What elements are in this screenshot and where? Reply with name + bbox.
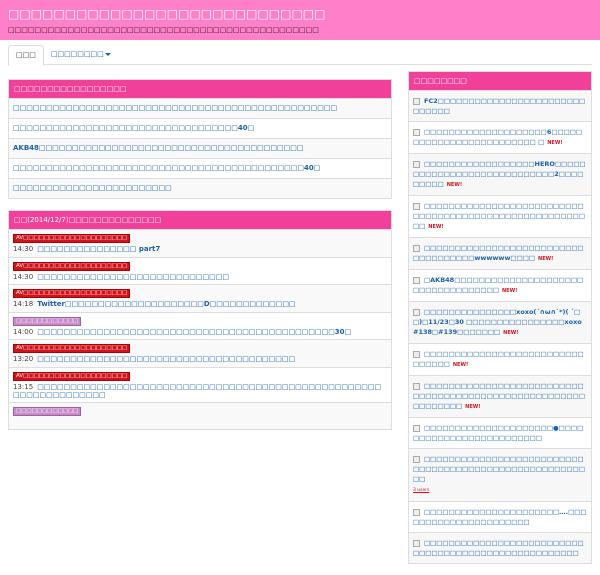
post-time: 14:00 <box>13 327 34 336</box>
nav-tabs: □□□ □□□□□□□□ <box>8 45 592 66</box>
sidebar-link[interactable]: □□□□□□□□□□□□□□□□□□□□□□□□□□□□□□□□□□□□□□□□… <box>413 455 585 483</box>
new-badge: NEW! <box>538 256 554 262</box>
sidebar-item: □AKB48□□□□□□□□□□□□□□□□□□□□□□□□□□□□□□□□□□… <box>409 269 591 301</box>
today-item: AV□□□□□□□□□□□□□□□□□□□□ 14:30 □□□□□□□□□□□□… <box>9 256 391 285</box>
popular-list: □□□□□□□□□□□□□□□□□□□□□□□□ □□□□□□□□□□□□□□□□… <box>9 98 391 198</box>
sidebar-item: □□□□□□□□□□□□□□□□□□□□□□□□□□□□□□□□ NEW! <box>409 343 591 375</box>
new-badge: NEW! <box>452 362 469 368</box>
post-link[interactable]: □□□□□□□□□□□□□□□□□□□□□□□□□□□□□□□□□□□□□□□□… <box>13 383 381 399</box>
new-badge: NEW! <box>503 330 519 336</box>
post-time: 13:15 <box>13 382 34 391</box>
page-icon <box>413 455 420 463</box>
page-icon <box>413 276 420 284</box>
sidebar: □□□□□□□□ FC2□□□□□□□□□□□□□□□□□□□□□□□□□□□□… <box>408 71 592 575</box>
page-icon <box>413 202 420 210</box>
sidebar-link[interactable]: □□□□□□□□□□□□□□□□□□□□□□□□□□□□□□□□□□□□□□□□… <box>413 539 584 557</box>
post-link[interactable]: □□□□□□□□□□□□□□□□□□□□□□□□□□□□□ <box>37 273 229 281</box>
fc2-icon <box>413 97 420 105</box>
page-icon <box>413 160 420 168</box>
sidebar-link[interactable]: □□□□□□□□□□□□□□□□□□□□□□□□□□□□□□□□□□□□wwww… <box>413 244 584 262</box>
today-panel: □□(2014/12/7)□□□□□□□□□□□□□□ AV□□□□□□□□□□… <box>8 210 392 430</box>
new-badge: NEW! <box>465 404 481 410</box>
page-icon <box>413 382 420 390</box>
site-title[interactable]: □□□□□□□□□□□□□□□□□□□□□□□□□□□□ <box>8 6 592 22</box>
today-item: AV□□□□□□□□□□□□□□□□□□□□ 13:15 □□□□□□□□□□□□… <box>9 366 391 402</box>
category-label[interactable]: AV□□□□□□□□□□□□□□□□□□□□ <box>13 371 131 381</box>
category-label[interactable]: AV□□□□□□□□□□□□□□□□□□□□ <box>13 289 131 298</box>
sidebar-link[interactable]: □□□□□□□□□□□□□□□xoxo(´∩ω∩`*)( ´□□)□11/23□… <box>413 308 582 336</box>
page-icon <box>413 128 420 136</box>
popular-item[interactable]: AKB48□□□□□□□□□□□□□□□□□□□□□□□□□□□□□□□□□□□… <box>9 138 391 158</box>
sidebar-item: □□□□□□□□□□□□□□□□□□□□6□□□□□□□□□□□□□□□□□□□… <box>409 121 591 153</box>
page-icon <box>413 244 420 252</box>
page-icon <box>413 539 420 547</box>
post-time: 13:20 <box>13 355 34 363</box>
today-item: AV□□□□□□□□□□□□□□□□□□□□ 14:30 □□□□□□□□□□□□… <box>9 229 391 257</box>
sidebar-item: □□□□□□□□□□□□□□□□□□□□□●□□□□□□□□□□□□□□□□□□… <box>409 417 591 448</box>
main-column: □□□□□□□□□□□□□□□□□ □□□□□□□□□□□□□□□□□□□□□□… <box>8 79 392 441</box>
post-time: 14:18 <box>13 300 34 308</box>
sidebar-item: □□□□□□□□□□□□□□□xoxo(´∩ω∩`*)( ´□□)□11/23□… <box>409 301 591 343</box>
today-item: AV□□□□□□□□□□□□□□□□□□□□ 14:18 Twitter□□□□□… <box>9 284 391 312</box>
post-time: 14:30 <box>13 272 34 281</box>
popular-panel-title: □□□□□□□□□□□□□□□□□ <box>9 80 391 98</box>
new-badge: NEW! <box>446 182 463 188</box>
today-list: AV□□□□□□□□□□□□□□□□□□□□ 14:30 □□□□□□□□□□□□… <box>9 229 391 429</box>
site-header: □□□□□□□□□□□□□□□□□□□□□□□□□□□□ □□□□□□□□□□□… <box>0 0 600 40</box>
page-icon <box>413 508 420 516</box>
sidebar-link[interactable]: □□□□□□□□□□□□□□□□□□HERO□□□□□□□□□□□□□□□□□□… <box>413 160 586 188</box>
site-subtitle: □□□□□□□□□□□□□□□□□□□□□□□□□□□□□□□□□□□□□□□□… <box>8 26 319 34</box>
sidebar-link[interactable]: FC2□□□□□□□□□□□□□□□□□□□□□□□□□□□□□□ <box>413 97 585 115</box>
post-link[interactable]: Twitter□□□□□□□□□□□□□□□□□□□□□D□□□□□□□□□□□… <box>37 300 295 308</box>
category-label[interactable]: □□□□□□□□□□□□ <box>13 406 82 416</box>
sidebar-link[interactable]: □□□□□□□□□□□□□□□□□□□□□□….□□□□□□□□□□□□□□□□… <box>413 508 587 526</box>
caret-down-icon <box>104 52 111 56</box>
post-time: 14:30 <box>13 245 34 253</box>
category-label[interactable]: □□□□□□□□□□□□ <box>13 316 82 326</box>
sidebar-link[interactable]: □□□□□□□□□□□□□□□□□□□□□□□□□□□□□□□□□□□□□□□□… <box>413 382 585 410</box>
bookmark-users[interactable]: 3 users <box>413 488 429 493</box>
popular-panel: □□□□□□□□□□□□□□□□□ □□□□□□□□□□□□□□□□□□□□□□… <box>8 79 392 199</box>
popular-item[interactable]: □□□□□□□□□□□□□□□□□□□□□□□□□□□□□□□□□□□□□□□□… <box>9 158 391 178</box>
post-link[interactable]: □□□□□□□□□□□□□□□ part7 <box>37 245 160 253</box>
category-label[interactable]: AV□□□□□□□□□□□□□□□□□□□□ <box>13 344 131 353</box>
sidebar-link[interactable]: □AKB48□□□□□□□□□□□□□□□□□□□□□□□□□□□□□□□□□□… <box>413 276 583 294</box>
post-link[interactable]: □□□□□□□□□□□□□□□□□□□□□□□□□□□□□□□□□□□□□□□ <box>37 355 295 363</box>
page-icon <box>413 424 420 432</box>
category-label[interactable]: AV□□□□□□□□□□□□□□□□□□□□ <box>13 261 131 271</box>
new-badge: NEW! <box>428 224 444 230</box>
tab-home[interactable]: □□□ <box>8 45 44 66</box>
sidebar-item: □□□□□□□□□□□□□□□□□□HERO□□□□□□□□□□□□□□□□□□… <box>409 153 591 195</box>
sidebar-item: □□□□□□□□□□□□□□□□□□□□□□□□□□□□□□□□□□□□□□□□… <box>409 532 591 563</box>
popular-item[interactable]: □□□□□□□□□□□□□□□□□□□□□□□□□□□□□□□□□□40□ <box>9 118 391 138</box>
sidebar-panel: □□□□□□□□ FC2□□□□□□□□□□□□□□□□□□□□□□□□□□□□… <box>408 71 592 564</box>
sidebar-item: FC2□□□□□□□□□□□□□□□□□□□□□□□□□□□□□□ <box>409 90 591 121</box>
today-panel-title: □□(2014/12/7)□□□□□□□□□□□□□□ <box>9 211 391 229</box>
sidebar-item: □□□□□□□□□□□□□□□□□□□□□□□□□□□□□□□□□□□□□□□□… <box>409 375 591 417</box>
popular-item[interactable]: □□□□□□□□□□□□□□□□□□□□□□□□ <box>9 178 391 198</box>
today-item: □□□□□□□□□□□□ 14:00 □□□□□□□□□□□□□□□□□□□□□□… <box>9 311 391 340</box>
sidebar-item: □□□□□□□□□□□□□□□□□□□□□□□□□□□□□□□□□□□□□□□□… <box>409 195 591 237</box>
category-label[interactable]: AV□□□□□□□□□□□□□□□□□□□□ <box>13 234 131 243</box>
today-item: AV□□□□□□□□□□□□□□□□□□□□ 13:20 □□□□□□□□□□□□… <box>9 339 391 367</box>
new-badge: NEW! <box>547 140 563 146</box>
new-badge: NEW! <box>501 288 518 294</box>
sidebar-item: □□□□□□□□□□□□□□□□□□□□□□….□□□□□□□□□□□□□□□□… <box>409 501 591 532</box>
post-link[interactable]: □□□□□□□□□□□□□□□□□□□□□□□□□□□□□□□□□□□□□□□□… <box>37 328 351 336</box>
sidebar-link[interactable]: □□□□□□□□□□□□□□□□□□□□□●□□□□□□□□□□□□□□□□□□… <box>413 424 583 442</box>
tab-dropdown[interactable]: □□□□□□□□ <box>44 45 118 64</box>
sidebar-panel-title: □□□□□□□□ <box>409 72 591 90</box>
sidebar-item: □□□□□□□□□□□□□□□□□□□□□□□□□□□□□□□□□□□□□□□□… <box>409 448 591 501</box>
tab-dropdown-label: □□□□□□□□ <box>50 50 104 58</box>
sidebar-link[interactable]: □□□□□□□□□□□□□□□□□□□□□□□□□□□□□□□□ <box>413 350 584 368</box>
page-icon <box>413 308 420 316</box>
sidebar-list: FC2□□□□□□□□□□□□□□□□□□□□□□□□□□□□□□ □□□□□□□… <box>409 90 591 563</box>
today-item: □□□□□□□□□□□□ <box>9 401 391 429</box>
popular-item[interactable]: □□□□□□□□□□□□□□□□□□□□□□□□□□□□□□□□□□□□□□□□… <box>9 98 391 118</box>
page-icon <box>413 350 420 358</box>
sidebar-item: □□□□□□□□□□□□□□□□□□□□□□□□□□□□□□□□□□□□wwww… <box>409 237 591 269</box>
